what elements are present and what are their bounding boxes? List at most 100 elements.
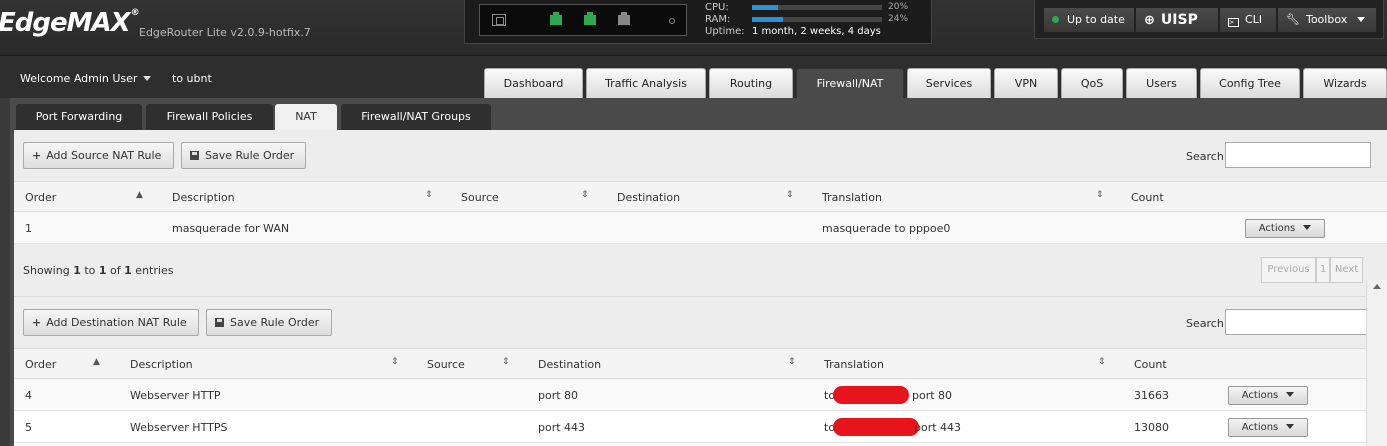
plus-circle-icon: ⊕ [1144, 13, 1155, 28]
save-icon [215, 318, 224, 327]
main-panel: Port Forwarding Firewall Policies NAT Fi… [10, 98, 1387, 446]
plus-icon: + [32, 149, 42, 162]
plus-icon: + [32, 316, 42, 329]
column-translation[interactable]: Translation [824, 358, 884, 371]
source-nat-footer: Showing 1 to 1 of 1 entries Previous 1 N… [14, 244, 1387, 296]
uptime-value: 1 month, 2 weeks, 4 days [752, 26, 881, 37]
page-number-button[interactable]: 1 [1316, 257, 1330, 283]
column-order[interactable]: Order [25, 191, 56, 204]
column-count[interactable]: Count [1134, 358, 1167, 371]
rule-description: Webserver HTTP [130, 389, 221, 402]
cpu-bar-fill [752, 5, 778, 10]
top-bar: EdgeMAX® EdgeRouter Lite v2.0.9-hotfix.7… [0, 0, 1387, 56]
column-description[interactable]: Description [130, 358, 193, 371]
rule-order: 5 [25, 421, 32, 434]
save-rule-order-label: Save Rule Order [230, 316, 320, 329]
tab-config-tree[interactable]: Config Tree [1200, 68, 1300, 98]
column-destination[interactable]: Destination [617, 191, 680, 204]
tab-qos[interactable]: QoS [1061, 68, 1123, 98]
source-nat-table-header: Order ▲ Description ⇕ Source ⇕ Destinati… [14, 181, 1387, 212]
system-status-panel: CPU: 20% RAM: 24% Uptime: 1 month, 2 wee… [464, 0, 932, 44]
cli-button[interactable]: > CLI [1219, 7, 1277, 33]
subtab-nat[interactable]: NAT [275, 104, 337, 130]
save-source-rule-order-button[interactable]: Save Rule Order [181, 142, 306, 169]
toolbox-label: Toolbox [1305, 13, 1348, 26]
sort-asc-icon[interactable]: ▲ [93, 357, 100, 367]
scrollbar[interactable] [1366, 280, 1387, 446]
ram-label: RAM: [705, 14, 731, 25]
sort-both-icon[interactable]: ⇕ [1098, 357, 1106, 367]
sort-asc-icon[interactable]: ▲ [136, 190, 143, 200]
actions-dropdown[interactable]: Actions [1228, 386, 1308, 405]
column-source[interactable]: Source [461, 191, 499, 204]
scroll-up-icon[interactable] [1373, 284, 1381, 289]
column-source[interactable]: Source [427, 358, 465, 371]
tab-traffic-analysis[interactable]: Traffic Analysis [586, 68, 706, 98]
column-count[interactable]: Count [1131, 191, 1164, 204]
toolbox-button[interactable]: 🔧︎ Toolbox [1277, 7, 1377, 33]
chevron-down-icon [1357, 17, 1366, 22]
uisp-button[interactable]: ⊕ UISP [1135, 7, 1219, 33]
status-dot-icon [1052, 16, 1059, 23]
rule-count: 13080 [1134, 421, 1169, 434]
actions-dropdown[interactable]: Actions [1245, 219, 1325, 238]
rule-translation: masquerade to pppoe0 [822, 222, 951, 235]
rule-destination: port 443 [538, 421, 586, 434]
port-status-panel [479, 4, 687, 36]
subtab-firewall-policies[interactable]: Firewall Policies [146, 104, 273, 130]
column-destination[interactable]: Destination [538, 358, 601, 371]
wrench-icon: 🔧︎ [1286, 13, 1300, 26]
column-description[interactable]: Description [172, 191, 235, 204]
logo-text: EdgeMAX [0, 8, 131, 38]
add-source-nat-rule-button[interactable]: + Add Source NAT Rule [23, 142, 174, 169]
rule-order: 1 [25, 222, 32, 235]
sort-both-icon[interactable]: ⇕ [1096, 190, 1104, 200]
entries-to: 1 [98, 264, 107, 277]
wan-port-icon [492, 14, 506, 26]
rule-translation-port: port 80 [912, 389, 953, 402]
sort-both-icon[interactable]: ⇕ [788, 357, 796, 367]
ram-bar-fill [752, 17, 784, 22]
cpu-bar [752, 5, 882, 10]
tab-services[interactable]: Services [907, 68, 991, 98]
actions-dropdown[interactable]: Actions [1228, 418, 1308, 437]
logo-mark: ® [130, 8, 140, 18]
tools-bar: Up to date ⊕ UISP > CLI 🔧︎ Toolbox [1034, 0, 1384, 39]
previous-page-button[interactable]: Previous [1261, 257, 1316, 283]
dest-search-input[interactable] [1225, 309, 1371, 335]
sort-both-icon[interactable]: ⇕ [786, 190, 794, 200]
chevron-down-icon[interactable] [143, 76, 151, 81]
user-menu[interactable]: Welcome Admin User [20, 72, 137, 85]
entries-from: 1 [73, 264, 81, 277]
column-translation[interactable]: Translation [822, 191, 882, 204]
nat-content: + Add Source NAT Rule Save Rule Order Sea… [14, 130, 1387, 446]
add-source-nat-rule-label: Add Source NAT Rule [46, 149, 162, 162]
next-page-button[interactable]: Next [1330, 257, 1363, 283]
rule-translation-port: port 443 [914, 421, 962, 434]
entries-info: Showing 1 to 1 of 1 entries [23, 264, 173, 277]
sort-both-icon[interactable]: ⇕ [425, 190, 433, 200]
tab-wizards[interactable]: Wizards [1303, 68, 1387, 98]
chevron-down-icon [1286, 392, 1295, 397]
tab-firewall-nat[interactable]: Firewall/NAT [796, 68, 904, 98]
sort-both-icon[interactable]: ⇕ [391, 357, 399, 367]
tab-routing[interactable]: Routing [709, 68, 793, 98]
sort-both-icon[interactable]: ⇕ [581, 190, 589, 200]
tab-vpn[interactable]: VPN [994, 68, 1058, 98]
tab-dashboard[interactable]: Dashboard [484, 68, 583, 98]
save-dest-rule-order-button[interactable]: Save Rule Order [206, 309, 332, 336]
update-status-button[interactable]: Up to date [1043, 7, 1135, 33]
hostname: to ubnt [172, 72, 212, 85]
sort-both-icon[interactable]: ⇕ [502, 357, 510, 367]
entries-of-word: of [106, 264, 125, 277]
column-order[interactable]: Order [25, 358, 56, 371]
edgemax-logo: EdgeMAX® [0, 8, 140, 38]
eth2-port-icon [618, 12, 630, 25]
subtab-firewall-nat-groups[interactable]: Firewall/NAT Groups [341, 104, 491, 130]
add-destination-nat-rule-button[interactable]: + Add Destination NAT Rule [23, 309, 199, 336]
tab-users[interactable]: Users [1126, 68, 1197, 98]
subtab-port-forwarding[interactable]: Port Forwarding [16, 104, 142, 130]
rule-description: Webserver HTTPS [130, 421, 228, 434]
actions-label: Actions [1241, 390, 1279, 401]
source-search-input[interactable] [1225, 142, 1371, 168]
